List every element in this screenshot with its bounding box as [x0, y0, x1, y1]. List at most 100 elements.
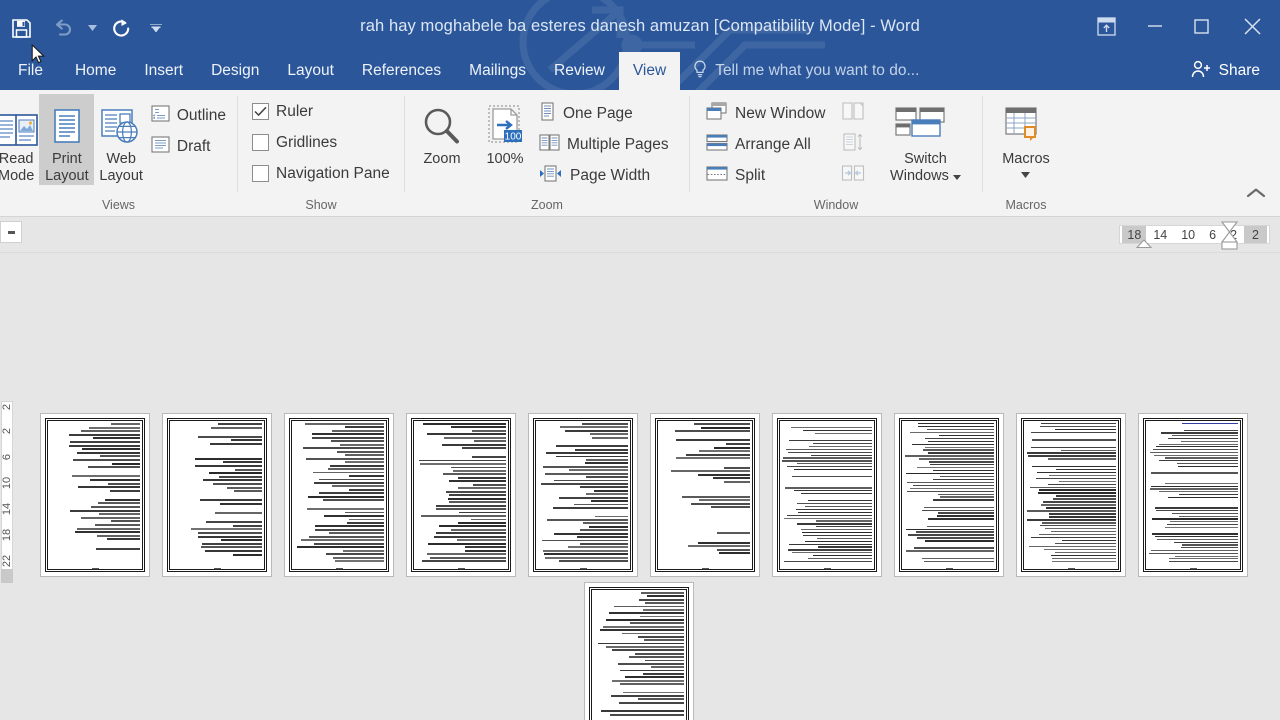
ruler-checkbox[interactable] — [252, 103, 269, 120]
page-text-line — [1056, 495, 1116, 497]
page-thumbnail[interactable] — [894, 413, 1004, 577]
left-tab-stop-icon[interactable] — [0, 221, 22, 243]
page-text-line — [801, 529, 872, 531]
undo-icon[interactable] — [42, 7, 84, 49]
collapse-ribbon-button[interactable] — [1246, 186, 1266, 204]
page-text-line — [201, 542, 262, 545]
page-text-line — [82, 448, 140, 451]
page-text-line — [1029, 486, 1116, 488]
page-text-line — [938, 512, 994, 514]
page-text-line — [90, 478, 140, 481]
page-text-line — [72, 458, 140, 461]
print-layout-icon — [48, 100, 86, 148]
page-thumbnail[interactable] — [528, 413, 638, 577]
page-text-line — [462, 447, 506, 450]
page-text-line — [233, 553, 262, 556]
page-text-line — [614, 605, 684, 608]
tab-mailings[interactable]: Mailings — [455, 52, 540, 90]
page-text-line — [1151, 533, 1238, 535]
page-text-line — [423, 423, 506, 425]
tab-home[interactable]: Home — [61, 52, 130, 90]
customize-quick-access-toolbar-icon[interactable] — [142, 7, 170, 49]
page-text-line — [927, 440, 994, 442]
switch-windows-button[interactable]: Switch Windows — [879, 94, 971, 185]
page-text-line — [1055, 468, 1116, 471]
page-text-line — [1150, 488, 1238, 490]
hanging-indent-marker[interactable] — [1221, 221, 1238, 251]
page-text-line — [1155, 510, 1238, 512]
page-thumbnail[interactable] — [772, 413, 882, 577]
save-icon[interactable] — [0, 7, 42, 49]
gridlines-checkbox[interactable] — [252, 134, 269, 151]
gridlines-checkbox-row[interactable]: Gridlines — [249, 127, 396, 158]
page-text-line — [905, 528, 994, 530]
ruler-checkbox-row[interactable]: Ruler — [249, 96, 396, 127]
tab-design[interactable]: Design — [197, 52, 273, 90]
close-button[interactable] — [1224, 0, 1280, 52]
navigation-pane-checkbox-row[interactable]: Navigation Pane — [249, 158, 396, 189]
page-number-footer — [529, 568, 637, 570]
page-text-line — [608, 612, 684, 615]
zoom-button[interactable]: Zoom — [410, 94, 474, 168]
print-layout-button[interactable]: Print Layout — [39, 94, 95, 185]
page-number-footer — [163, 568, 271, 570]
page-text-line — [340, 443, 384, 446]
navigation-pane-checkbox[interactable] — [252, 165, 269, 182]
document-workspace[interactable]: 2 2 6 10 14 18 22 — [0, 253, 1280, 720]
multiple-pages-button[interactable]: Multiple Pages — [536, 129, 675, 160]
share-button[interactable]: Share — [1181, 52, 1270, 90]
page-thumbnail[interactable] — [40, 413, 150, 577]
web-layout-button[interactable]: Web Layout — [94, 94, 147, 185]
zoom-100-button[interactable]: 100 100% — [474, 94, 536, 168]
one-page-button[interactable]: One Page — [536, 98, 675, 129]
tell-me-search[interactable]: Tell me what you want to do... — [680, 52, 931, 90]
draft-label: Draft — [176, 137, 211, 155]
page-text-line — [585, 493, 628, 496]
undo-dropdown-chevron-icon[interactable] — [84, 7, 100, 49]
page-text-line — [1167, 496, 1238, 498]
first-line-indent-marker[interactable] — [1136, 239, 1152, 251]
page-text-line — [913, 484, 994, 487]
maximize-button[interactable] — [1178, 0, 1224, 52]
page-text-line — [201, 546, 262, 549]
page-text-line — [617, 662, 684, 665]
page-text-line — [581, 423, 628, 425]
page-thumbnail[interactable] — [162, 413, 272, 577]
redo-icon[interactable] — [100, 7, 142, 49]
macros-chevron-down-icon[interactable] — [1002, 168, 1050, 180]
page-width-button[interactable]: Page Width — [536, 160, 675, 191]
minimize-button[interactable] — [1132, 0, 1178, 52]
macros-icon — [1002, 100, 1050, 148]
page-text-line — [912, 443, 994, 445]
ribbon-display-options-icon[interactable] — [1080, 0, 1132, 52]
page-text-line — [815, 520, 872, 522]
page-thumbnail[interactable] — [284, 413, 394, 577]
tab-review[interactable]: Review — [540, 52, 619, 90]
page-text-line — [784, 487, 872, 489]
tab-layout[interactable]: Layout — [273, 52, 348, 90]
draft-button[interactable]: Draft — [148, 131, 232, 162]
split-label: Split — [735, 166, 766, 184]
macros-button[interactable]: Macros — [988, 94, 1064, 180]
ruler-number-10: 10 — [1181, 227, 1196, 242]
page-text-line — [1168, 437, 1238, 440]
switch-windows-icon — [894, 100, 956, 148]
page-thumbnail[interactable] — [1138, 413, 1248, 577]
page-text-line — [209, 442, 262, 445]
page-thumbnail[interactable] — [584, 582, 694, 720]
tab-references[interactable]: References — [348, 52, 455, 90]
page-thumbnail[interactable] — [1016, 413, 1126, 577]
page-thumbnail[interactable] — [650, 413, 760, 577]
read-mode-button[interactable]: Read Mode — [0, 94, 39, 185]
window-controls — [1080, 0, 1280, 52]
split-button[interactable]: Split — [703, 160, 831, 191]
tab-view[interactable]: View — [618, 52, 681, 90]
arrange-all-button[interactable]: Arrange All — [703, 129, 831, 160]
page-text-line — [112, 462, 140, 465]
reset-window-position-icon — [841, 163, 865, 188]
tab-insert[interactable]: Insert — [130, 52, 197, 90]
outline-button[interactable]: Outline — [148, 100, 232, 131]
page-thumbnail[interactable] — [406, 413, 516, 577]
tab-references-label: References — [361, 62, 442, 79]
new-window-button[interactable]: New Window — [703, 98, 831, 129]
